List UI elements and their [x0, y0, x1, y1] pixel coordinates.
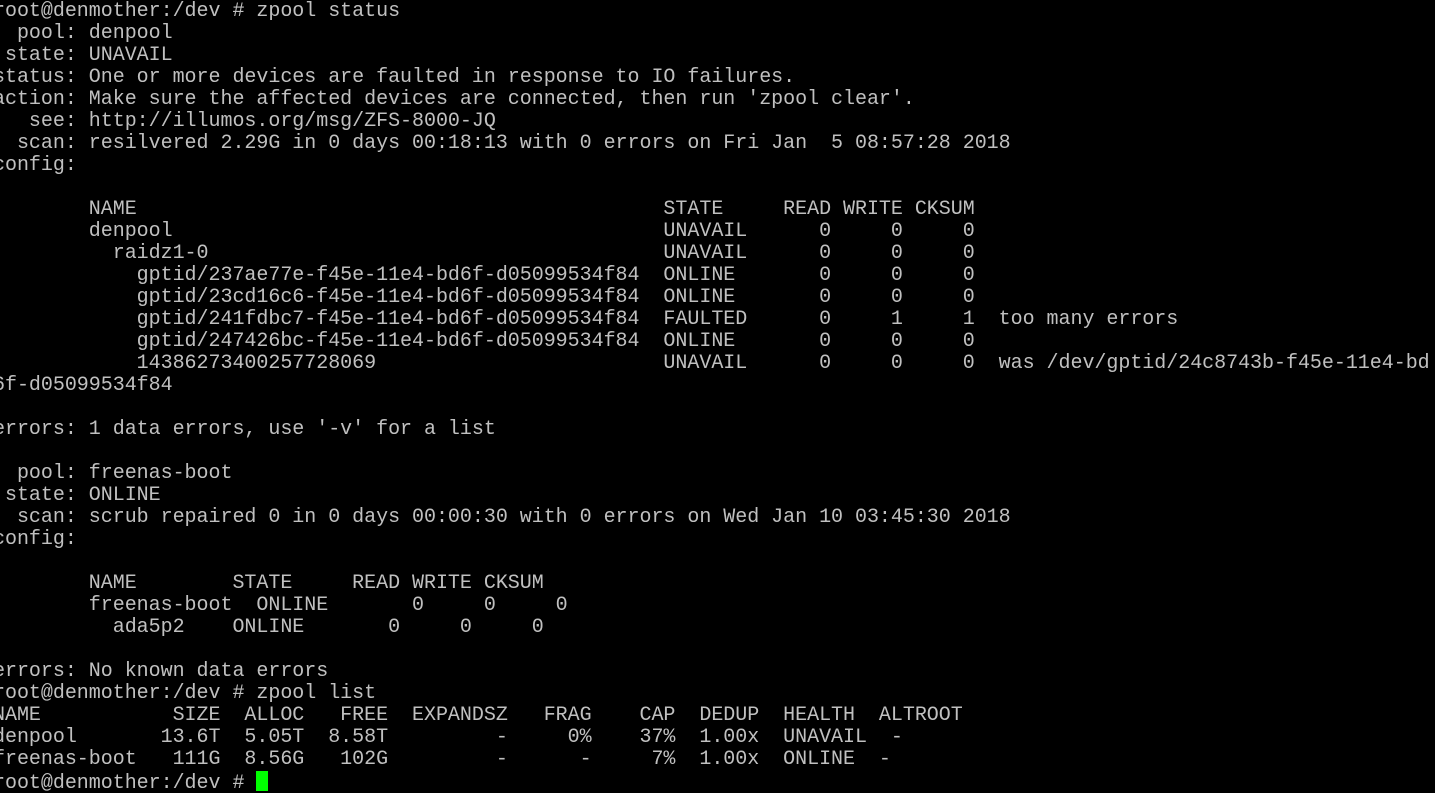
- terminal-line: gptid/237ae77e-f45e-11e4-bd6f-d05099534f…: [0, 264, 975, 287]
- terminal-line: NAME STATE READ WRITE CKSUM: [0, 572, 544, 595]
- terminal-line: scan: resilvered 2.29G in 0 days 00:18:1…: [0, 132, 1011, 155]
- terminal-prompt: root@denmother:/dev #: [0, 772, 257, 795]
- terminal-line: NAME SIZE ALLOC FREE EXPANDSZ FRAG CAP D…: [0, 704, 963, 727]
- terminal-line: see: http://illumos.org/msg/ZFS-8000-JQ: [0, 110, 496, 133]
- terminal-line: errors: No known data errors: [0, 660, 329, 683]
- terminal-line: denpool UNAVAIL 0 0 0: [0, 220, 975, 243]
- terminal-line: gptid/23cd16c6-f45e-11e4-bd6f-d05099534f…: [0, 286, 975, 309]
- terminal-line: ada5p2 ONLINE 0 0 0: [0, 616, 544, 639]
- terminal-line: gptid/241fdbc7-f45e-11e4-bd6f-d05099534f…: [0, 308, 1179, 331]
- terminal-line: freenas-boot ONLINE 0 0 0: [0, 594, 568, 617]
- terminal-line: pool: denpool: [0, 22, 173, 45]
- terminal-line: NAME STATE READ WRITE CKSUM: [0, 198, 975, 221]
- terminal-line: config:: [0, 154, 77, 177]
- terminal-line: root@denmother:/dev # zpool list: [0, 682, 377, 705]
- terminal-line: 14386273400257728069 UNAVAIL 0 0 0 was /…: [0, 352, 1430, 375]
- terminal-line: 6f-d05099534f84: [0, 374, 173, 397]
- terminal-line: state: ONLINE: [0, 484, 161, 507]
- terminal-line: errors: 1 data errors, use '-v' for a li…: [0, 418, 496, 441]
- terminal-line: gptid/247426bc-f45e-11e4-bd6f-d05099534f…: [0, 330, 975, 353]
- terminal-line: config:: [0, 528, 77, 551]
- terminal-line: denpool 13.6T 5.05T 8.58T - 0% 37% 1.00x…: [0, 726, 903, 749]
- terminal-prompt-line[interactable]: root@denmother:/dev #: [0, 771, 1437, 795]
- terminal-line: pool: freenas-boot: [0, 462, 233, 485]
- terminal-line: root@denmother:/dev # zpool status: [0, 1, 401, 23]
- terminal-line: state: UNAVAIL: [0, 44, 173, 67]
- terminal-line: raidz1-0 UNAVAIL 0 0 0: [0, 242, 975, 265]
- terminal-line: scan: scrub repaired 0 in 0 days 00:00:3…: [0, 506, 1011, 529]
- terminal-cursor: [256, 771, 269, 791]
- terminal-line: action: Make sure the affected devices a…: [0, 88, 915, 111]
- terminal-line: freenas-boot 111G 8.56G 102G - - 7% 1.00…: [0, 748, 891, 771]
- terminal-line: status: One or more devices are faulted …: [0, 66, 796, 89]
- terminal-window[interactable]: root@denmother:/dev # zpool status pool:…: [0, 1, 1437, 795]
